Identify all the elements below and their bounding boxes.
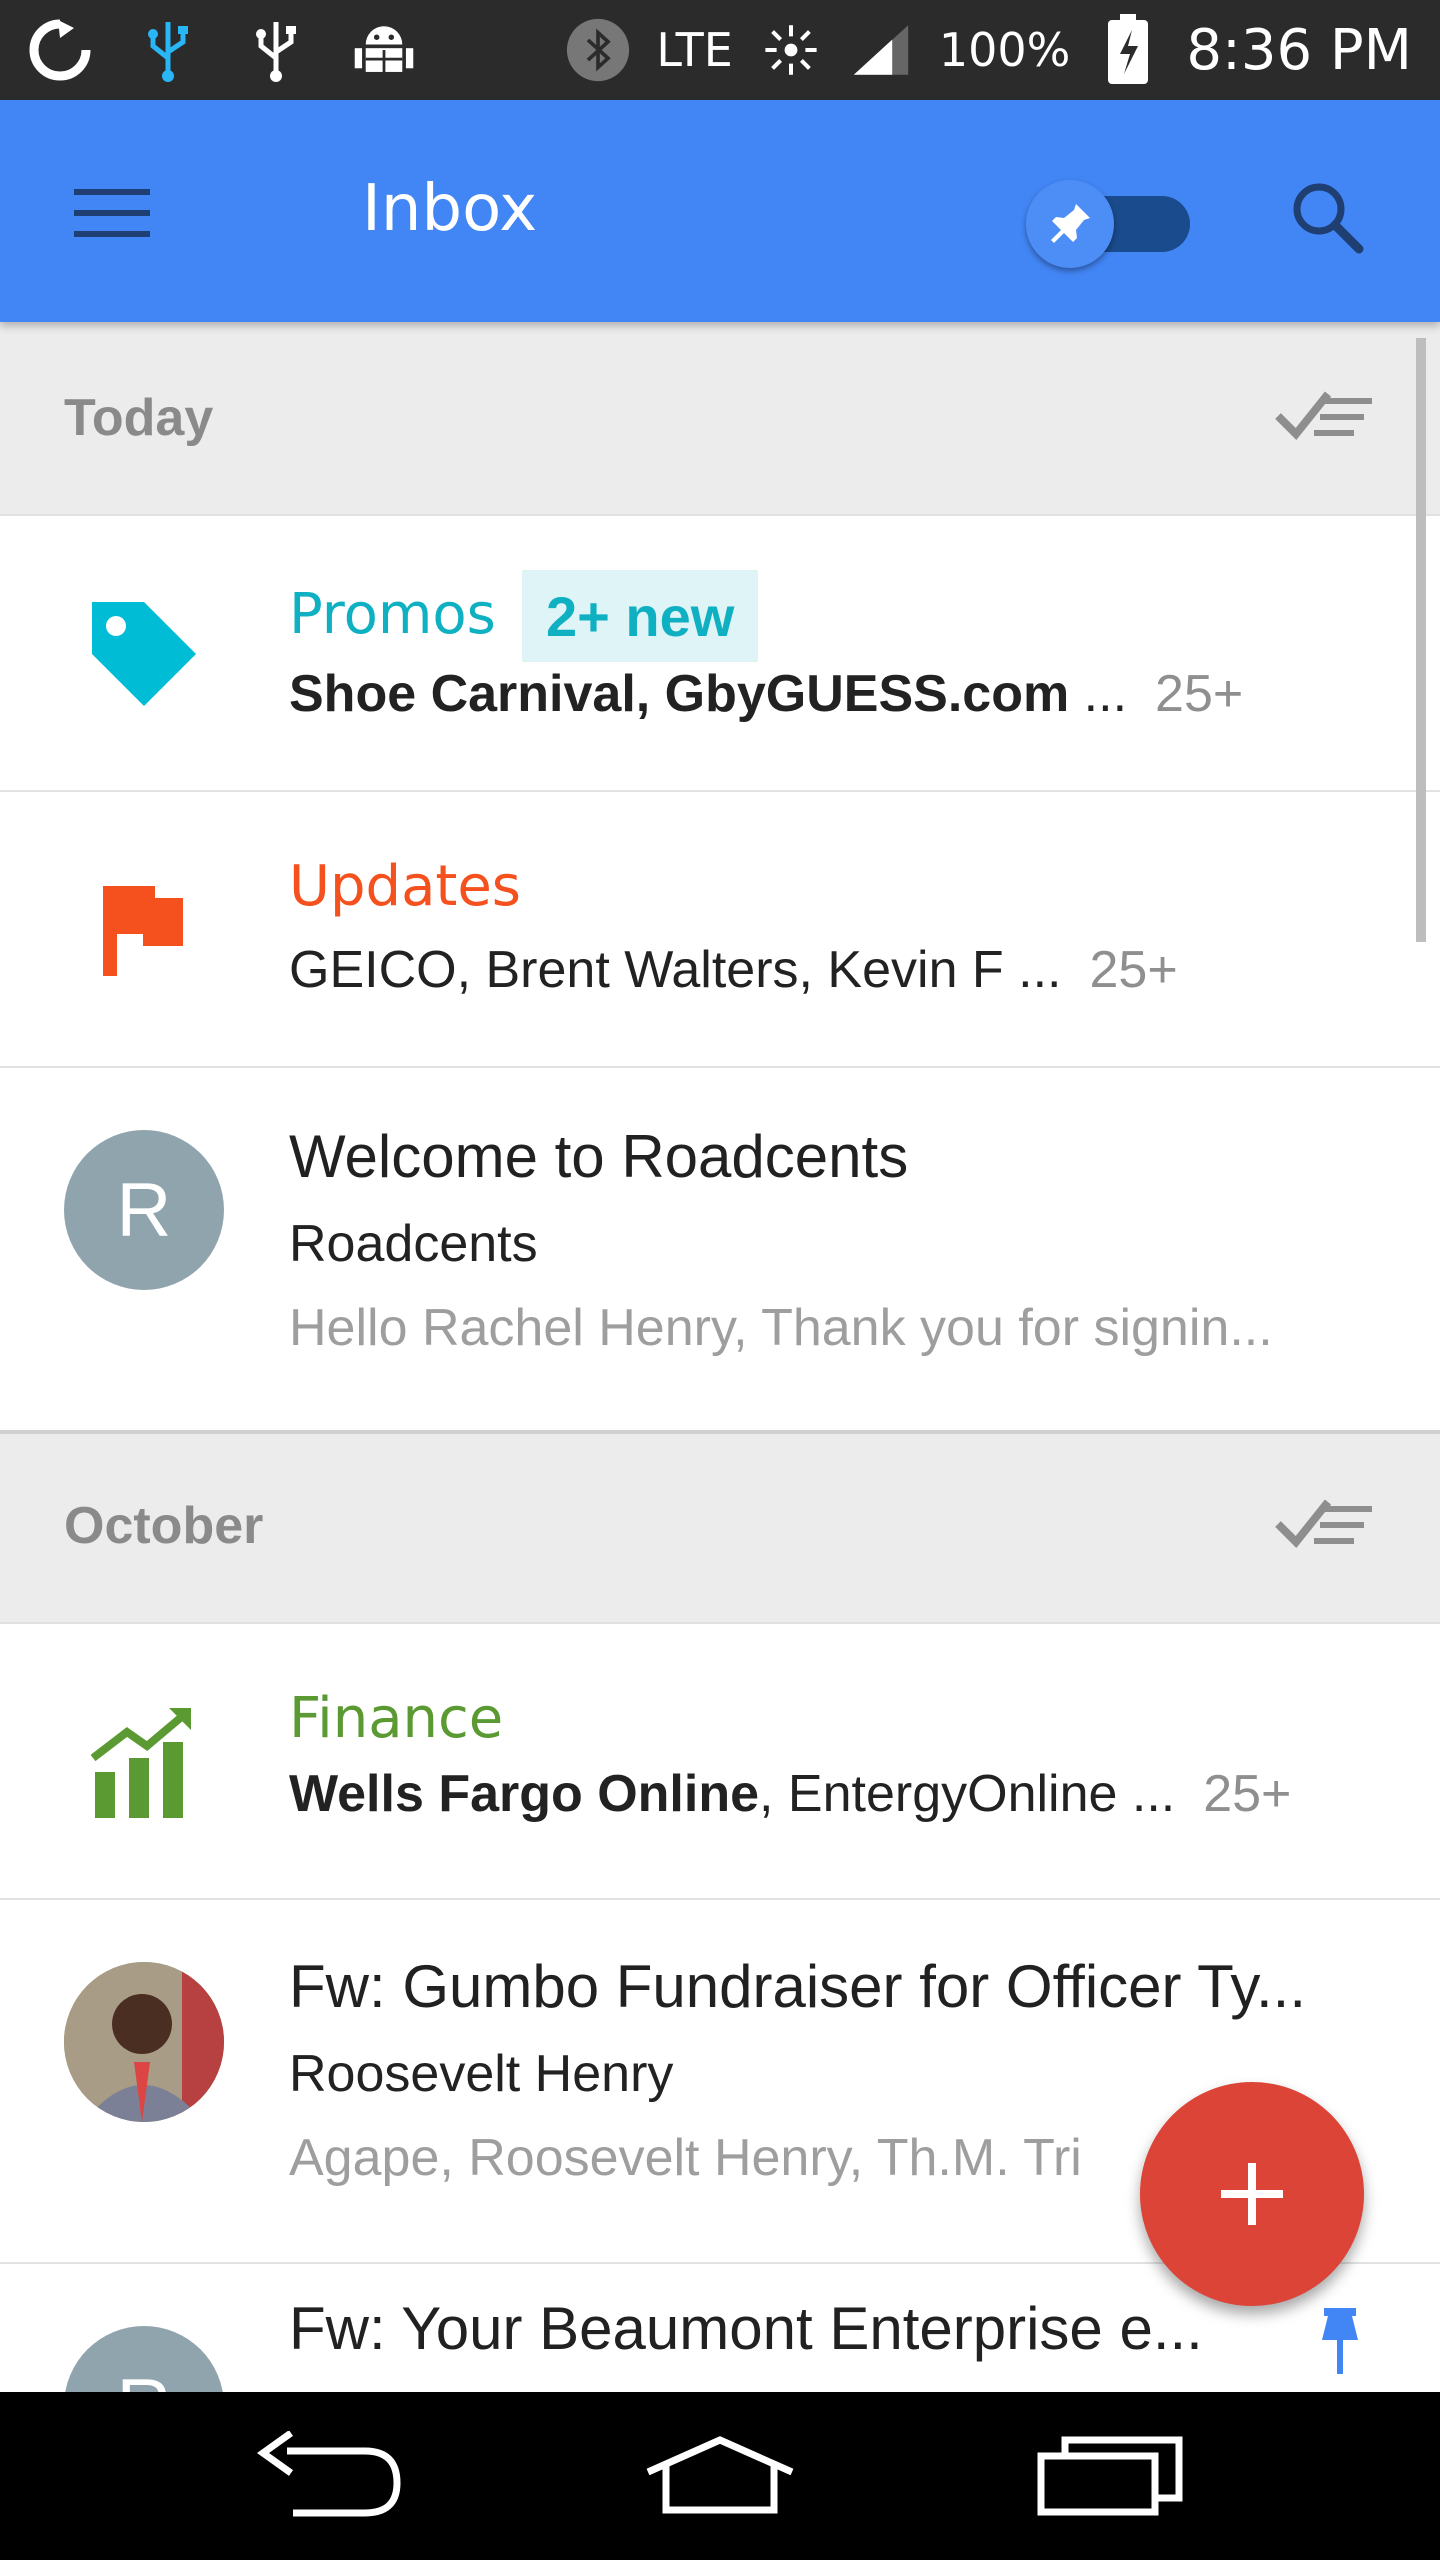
message-subject: Fw: Gumbo Fundraiser for Officer Ty... <box>289 1953 1306 2020</box>
sweep-done-icon[interactable] <box>1274 1494 1384 1564</box>
senders-rest: ... <box>1069 665 1128 723</box>
usb-icon <box>136 18 200 82</box>
usb-icon <box>244 18 308 82</box>
category-label: Finance <box>289 1686 504 1751</box>
compose-button[interactable] <box>1140 2082 1364 2306</box>
senders-rest: , EntergyOnline ... <box>759 1765 1176 1823</box>
bluetooth-icon <box>566 18 630 82</box>
section-label: Today <box>64 389 214 447</box>
bundle-promos[interactable]: Promos 2+ new Shoe Carnival, GbyGUESS.co… <box>0 516 1440 792</box>
page-title: Inbox <box>362 172 538 246</box>
section-header-october: October <box>0 1430 1440 1624</box>
senders-rest: GEICO, Brent Walters, Kevin F ... <box>289 941 1062 999</box>
clock: 8:36 PM <box>1186 17 1412 83</box>
app-toolbar: Inbox <box>0 100 1440 322</box>
battery-percent: 100% <box>938 23 1071 77</box>
status-bar: LTE 100% 8:36 PM <box>0 0 1440 100</box>
tag-icon <box>64 574 224 734</box>
senders-bold: Wells Fargo Online <box>289 1765 760 1823</box>
message-snippet: Agape, Roosevelt Henry, Th.M. Tri <box>289 2129 1082 2187</box>
section-label: October <box>64 1497 264 1555</box>
hamburger-menu-icon[interactable] <box>62 178 162 248</box>
network-type: LTE <box>656 23 733 77</box>
back-icon[interactable] <box>242 2426 422 2526</box>
avatar <box>64 1962 224 2122</box>
message-count: 25+ <box>1203 1765 1292 1823</box>
bundle-updates[interactable]: Updates GEICO, Brent Walters, Kevin F ..… <box>0 792 1440 1068</box>
home-icon[interactable] <box>630 2426 810 2526</box>
bundle-senders: Shoe Carnival, GbyGUESS.com ... 25+ <box>289 664 1243 724</box>
message-sender: Roadcents <box>289 1215 538 1273</box>
category-label: Updates <box>289 854 521 919</box>
sync-icon <box>28 18 92 82</box>
pin-icon <box>1312 2304 1368 2379</box>
senders-bold: Shoe Carnival, GbyGUESS.com <box>289 665 1070 723</box>
message-row[interactable]: R Welcome to Roadcents Roadcents Hello R… <box>0 1068 1440 1430</box>
message-count: 25+ <box>1155 665 1244 723</box>
bundle-finance[interactable]: Finance Wells Fargo Online, EntergyOnlin… <box>0 1624 1440 1900</box>
recents-icon[interactable] <box>1020 2426 1200 2526</box>
plus-icon <box>1221 2163 1283 2225</box>
flag-icon <box>64 850 224 1010</box>
scrollbar[interactable] <box>1416 338 1426 942</box>
message-count: 25+ <box>1089 941 1178 999</box>
bundle-senders: GEICO, Brent Walters, Kevin F ... 25+ <box>289 940 1178 1000</box>
avatar: R <box>64 1130 224 1290</box>
finance-chart-icon <box>64 1682 224 1842</box>
message-sender: Roosevelt Henry <box>289 2045 674 2103</box>
message-subject: Welcome to Roadcents <box>289 1123 909 1190</box>
system-nav-bar <box>0 2392 1440 2560</box>
new-count-badge: 2+ new <box>522 570 759 662</box>
pin-icon <box>1026 180 1114 268</box>
message-snippet: Hello Rachel Henry, Thank you for signin… <box>289 1299 1273 1357</box>
message-subject: Fw: Your Beaumont Enterprise e... <box>289 2295 1203 2362</box>
sweep-done-icon[interactable] <box>1274 386 1384 456</box>
section-header-today: Today <box>0 322 1440 516</box>
brightness-icon <box>759 18 823 82</box>
category-label: Promos <box>289 582 496 647</box>
bundle-senders: Wells Fargo Online, EntergyOnline ... 25+ <box>289 1764 1291 1824</box>
pinned-toggle[interactable] <box>1022 168 1192 278</box>
search-icon[interactable] <box>1282 172 1372 262</box>
android-debug-icon <box>352 18 416 82</box>
signal-icon <box>849 18 913 82</box>
battery-charging-icon <box>1096 14 1160 84</box>
